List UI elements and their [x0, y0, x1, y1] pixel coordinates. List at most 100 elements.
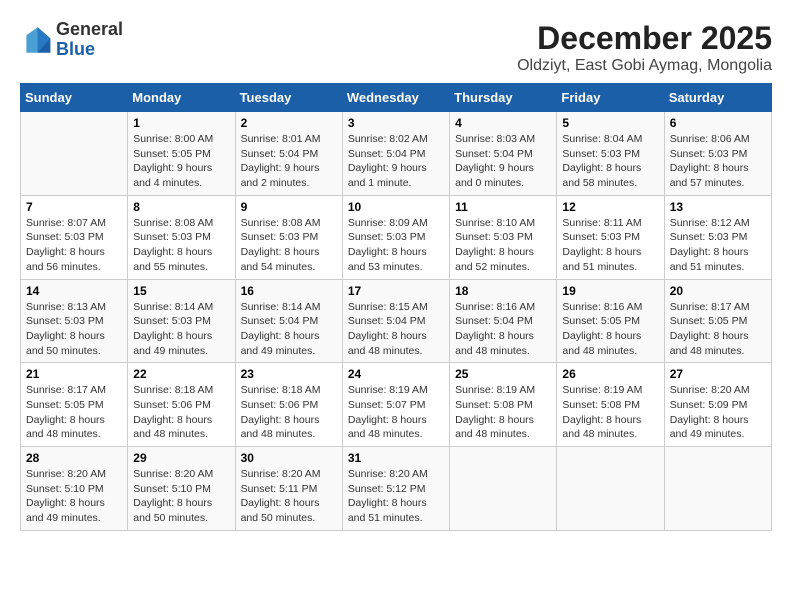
- day-number: 14: [26, 284, 122, 298]
- day-number: 6: [670, 116, 766, 130]
- day-info: Sunrise: 8:19 AMSunset: 5:08 PMDaylight:…: [562, 383, 658, 442]
- day-number: 10: [348, 200, 444, 214]
- day-number: 13: [670, 200, 766, 214]
- calendar-body: 1Sunrise: 8:00 AMSunset: 5:05 PMDaylight…: [21, 112, 772, 531]
- calendar-cell: 18 Sunrise: 8:16 AMSunset: 5:04 PMDayligh…: [450, 279, 557, 363]
- calendar-cell: 12 Sunrise: 8:11 AMSunset: 5:03 PMDayligh…: [557, 195, 664, 279]
- calendar-cell: 14 Sunrise: 8:13 AMSunset: 5:03 PMDayligh…: [21, 279, 128, 363]
- calendar-cell: 29Sunrise: 8:20 AMSunset: 5:10 PMDayligh…: [128, 447, 235, 531]
- day-number: 18: [455, 284, 551, 298]
- day-info: Sunrise: 8:19 AMSunset: 5:07 PMDaylight:…: [348, 383, 444, 442]
- calendar-week-5: 28Sunrise: 8:20 AMSunset: 5:10 PMDayligh…: [21, 447, 772, 531]
- calendar-cell: 20Sunrise: 8:17 AMSunset: 5:05 PMDayligh…: [664, 279, 771, 363]
- day-info: Sunrise: 8:20 AMSunset: 5:12 PMDaylight:…: [348, 467, 444, 526]
- calendar-header-sunday: Sunday: [21, 84, 128, 112]
- day-info: Sunrise: 8:02 AMSunset: 5:04 PMDaylight:…: [348, 132, 444, 191]
- logo-general-text: General: [56, 19, 123, 39]
- day-number: 17: [348, 284, 444, 298]
- calendar-cell: 31 Sunrise: 8:20 AMSunset: 5:12 PMDayligh…: [342, 447, 449, 531]
- calendar-cell: 30 Sunrise: 8:20 AMSunset: 5:11 PMDayligh…: [235, 447, 342, 531]
- calendar-cell: 11 Sunrise: 8:10 AMSunset: 5:03 PMDayligh…: [450, 195, 557, 279]
- day-info: Sunrise: 8:15 AMSunset: 5:04 PMDaylight:…: [348, 300, 444, 359]
- day-number: 25: [455, 367, 551, 381]
- day-number: 23: [241, 367, 337, 381]
- page-title: December 2025: [517, 20, 772, 57]
- day-info: Sunrise: 8:20 AMSunset: 5:09 PMDaylight:…: [670, 383, 766, 442]
- day-info: Sunrise: 8:09 AMSunset: 5:03 PMDaylight:…: [348, 216, 444, 275]
- day-number: 8: [133, 200, 229, 214]
- day-number: 26: [562, 367, 658, 381]
- calendar-cell: 21 Sunrise: 8:17 AMSunset: 5:05 PMDayligh…: [21, 363, 128, 447]
- day-info: Sunrise: 8:20 AMSunset: 5:10 PMDaylight:…: [26, 467, 122, 526]
- day-info: Sunrise: 8:18 AMSunset: 5:06 PMDaylight:…: [133, 383, 229, 442]
- day-info: Sunrise: 8:11 AMSunset: 5:03 PMDaylight:…: [562, 216, 658, 275]
- day-info: Sunrise: 8:12 AMSunset: 5:03 PMDaylight:…: [670, 216, 766, 275]
- day-info: Sunrise: 8:08 AMSunset: 5:03 PMDaylight:…: [241, 216, 337, 275]
- day-number: 30: [241, 451, 337, 465]
- calendar-cell: 23 Sunrise: 8:18 AMSunset: 5:06 PMDayligh…: [235, 363, 342, 447]
- day-number: 24: [348, 367, 444, 381]
- day-number: 31: [348, 451, 444, 465]
- page-header: General Blue December 2025 Oldziyt, East…: [20, 20, 772, 75]
- day-number: 1: [133, 116, 229, 130]
- day-number: 9: [241, 200, 337, 214]
- calendar-cell: 4Sunrise: 8:03 AMSunset: 5:04 PMDaylight…: [450, 112, 557, 196]
- calendar-cell: 15Sunrise: 8:14 AMSunset: 5:03 PMDayligh…: [128, 279, 235, 363]
- calendar-cell: [664, 447, 771, 531]
- day-info: Sunrise: 8:01 AMSunset: 5:04 PMDaylight:…: [241, 132, 337, 191]
- calendar-header-wednesday: Wednesday: [342, 84, 449, 112]
- day-number: 29: [133, 451, 229, 465]
- calendar-cell: 3 Sunrise: 8:02 AMSunset: 5:04 PMDaylight…: [342, 112, 449, 196]
- calendar-cell: 10 Sunrise: 8:09 AMSunset: 5:03 PMDayligh…: [342, 195, 449, 279]
- day-info: Sunrise: 8:07 AMSunset: 5:03 PMDaylight:…: [26, 216, 122, 275]
- day-number: 7: [26, 200, 122, 214]
- calendar-cell: 26 Sunrise: 8:19 AMSunset: 5:08 PMDayligh…: [557, 363, 664, 447]
- calendar-week-3: 14 Sunrise: 8:13 AMSunset: 5:03 PMDayligh…: [21, 279, 772, 363]
- page-subtitle: Oldziyt, East Gobi Aymag, Mongolia: [517, 57, 772, 75]
- day-number: 22: [133, 367, 229, 381]
- calendar-header-saturday: Saturday: [664, 84, 771, 112]
- general-blue-icon: [20, 24, 52, 56]
- day-info: Sunrise: 8:04 AMSunset: 5:03 PMDaylight:…: [562, 132, 658, 191]
- day-number: 11: [455, 200, 551, 214]
- calendar-header-monday: Monday: [128, 84, 235, 112]
- day-number: 4: [455, 116, 551, 130]
- calendar-cell: [450, 447, 557, 531]
- calendar-cell: 9 Sunrise: 8:08 AMSunset: 5:03 PMDaylight…: [235, 195, 342, 279]
- calendar-header-row: SundayMondayTuesdayWednesdayThursdayFrid…: [21, 84, 772, 112]
- calendar-week-1: 1Sunrise: 8:00 AMSunset: 5:05 PMDaylight…: [21, 112, 772, 196]
- day-info: Sunrise: 8:13 AMSunset: 5:03 PMDaylight:…: [26, 300, 122, 359]
- calendar-week-4: 21 Sunrise: 8:17 AMSunset: 5:05 PMDayligh…: [21, 363, 772, 447]
- day-info: Sunrise: 8:18 AMSunset: 5:06 PMDaylight:…: [241, 383, 337, 442]
- day-number: 16: [241, 284, 337, 298]
- day-info: Sunrise: 8:17 AMSunset: 5:05 PMDaylight:…: [26, 383, 122, 442]
- day-info: Sunrise: 8:10 AMSunset: 5:03 PMDaylight:…: [455, 216, 551, 275]
- calendar-cell: 17 Sunrise: 8:15 AMSunset: 5:04 PMDayligh…: [342, 279, 449, 363]
- calendar-cell: 1Sunrise: 8:00 AMSunset: 5:05 PMDaylight…: [128, 112, 235, 196]
- title-area: December 2025 Oldziyt, East Gobi Aymag, …: [517, 20, 772, 75]
- day-number: 3: [348, 116, 444, 130]
- day-number: 20: [670, 284, 766, 298]
- calendar-cell: 2 Sunrise: 8:01 AMSunset: 5:04 PMDaylight…: [235, 112, 342, 196]
- calendar-cell: 6Sunrise: 8:06 AMSunset: 5:03 PMDaylight…: [664, 112, 771, 196]
- calendar-table: SundayMondayTuesdayWednesdayThursdayFrid…: [20, 83, 772, 531]
- day-number: 15: [133, 284, 229, 298]
- day-info: Sunrise: 8:20 AMSunset: 5:11 PMDaylight:…: [241, 467, 337, 526]
- day-number: 2: [241, 116, 337, 130]
- day-number: 12: [562, 200, 658, 214]
- calendar-cell: 19Sunrise: 8:16 AMSunset: 5:05 PMDayligh…: [557, 279, 664, 363]
- calendar-header-tuesday: Tuesday: [235, 84, 342, 112]
- day-number: 21: [26, 367, 122, 381]
- day-info: Sunrise: 8:16 AMSunset: 5:04 PMDaylight:…: [455, 300, 551, 359]
- calendar-cell: 16 Sunrise: 8:14 AMSunset: 5:04 PMDayligh…: [235, 279, 342, 363]
- day-info: Sunrise: 8:19 AMSunset: 5:08 PMDaylight:…: [455, 383, 551, 442]
- logo-blue-text: Blue: [56, 39, 95, 59]
- calendar-week-2: 7 Sunrise: 8:07 AMSunset: 5:03 PMDaylight…: [21, 195, 772, 279]
- calendar-cell: 5Sunrise: 8:04 AMSunset: 5:03 PMDaylight…: [557, 112, 664, 196]
- day-info: Sunrise: 8:14 AMSunset: 5:04 PMDaylight:…: [241, 300, 337, 359]
- calendar-header-thursday: Thursday: [450, 84, 557, 112]
- day-info: Sunrise: 8:08 AMSunset: 5:03 PMDaylight:…: [133, 216, 229, 275]
- calendar-header-friday: Friday: [557, 84, 664, 112]
- calendar-cell: [557, 447, 664, 531]
- calendar-cell: 7 Sunrise: 8:07 AMSunset: 5:03 PMDaylight…: [21, 195, 128, 279]
